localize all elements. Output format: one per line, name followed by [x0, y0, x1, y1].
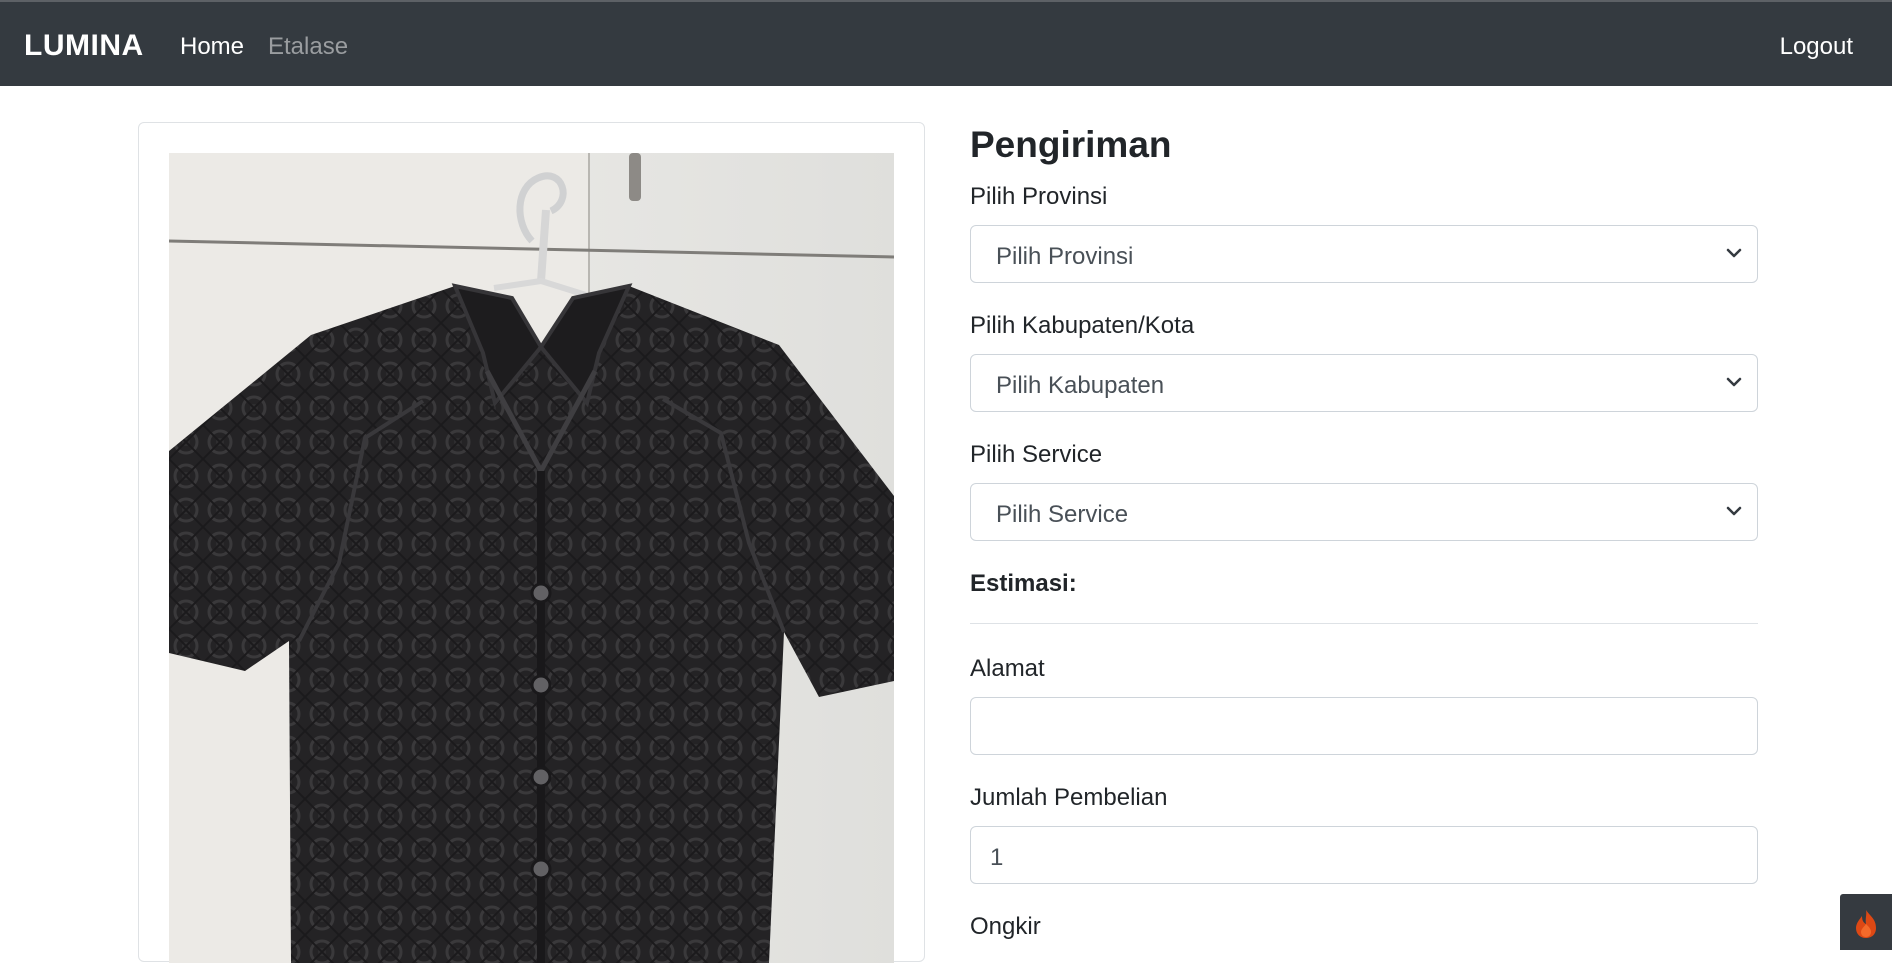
chevron-down-icon: [1726, 248, 1742, 258]
page-title: Pengiriman: [970, 124, 1172, 165]
service-selected-value: Pilih Service: [996, 501, 1129, 528]
province-label: Pilih Provinsi: [970, 183, 1108, 210]
chevron-down-icon: [1726, 506, 1742, 516]
regency-select[interactable]: Pilih Kabupaten: [970, 354, 1758, 412]
nav-home-link[interactable]: Home: [180, 33, 244, 61]
logout-link[interactable]: Logout: [1780, 33, 1853, 61]
province-select[interactable]: Pilih Provinsi: [970, 225, 1758, 283]
service-label: Pilih Service: [970, 441, 1103, 468]
quantity-input[interactable]: 1: [970, 826, 1758, 884]
navbar: LUMINA Home Etalase Logout: [0, 0, 1892, 86]
product-card: [138, 122, 925, 963]
brand-logo[interactable]: LUMINA: [24, 29, 144, 63]
address-input[interactable]: [970, 697, 1758, 755]
flame-icon: [1856, 910, 1876, 938]
quantity-label: Jumlah Pembelian: [970, 784, 1168, 811]
address-label: Alamat: [970, 655, 1045, 682]
product-image: [169, 153, 894, 963]
nav-etalase-link[interactable]: Etalase: [268, 33, 348, 61]
shipping-cost-label: Ongkir: [970, 913, 1041, 940]
estimate-label: Estimasi:: [970, 570, 1077, 597]
debug-toolbar-button[interactable]: [1840, 894, 1892, 950]
service-select[interactable]: Pilih Service: [970, 483, 1758, 541]
chevron-down-icon: [1726, 377, 1742, 387]
form-divider: [970, 623, 1758, 624]
regency-selected-value: Pilih Kabupaten: [996, 372, 1165, 399]
regency-label: Pilih Kabupaten/Kota: [970, 312, 1195, 339]
province-selected-value: Pilih Provinsi: [996, 243, 1134, 270]
